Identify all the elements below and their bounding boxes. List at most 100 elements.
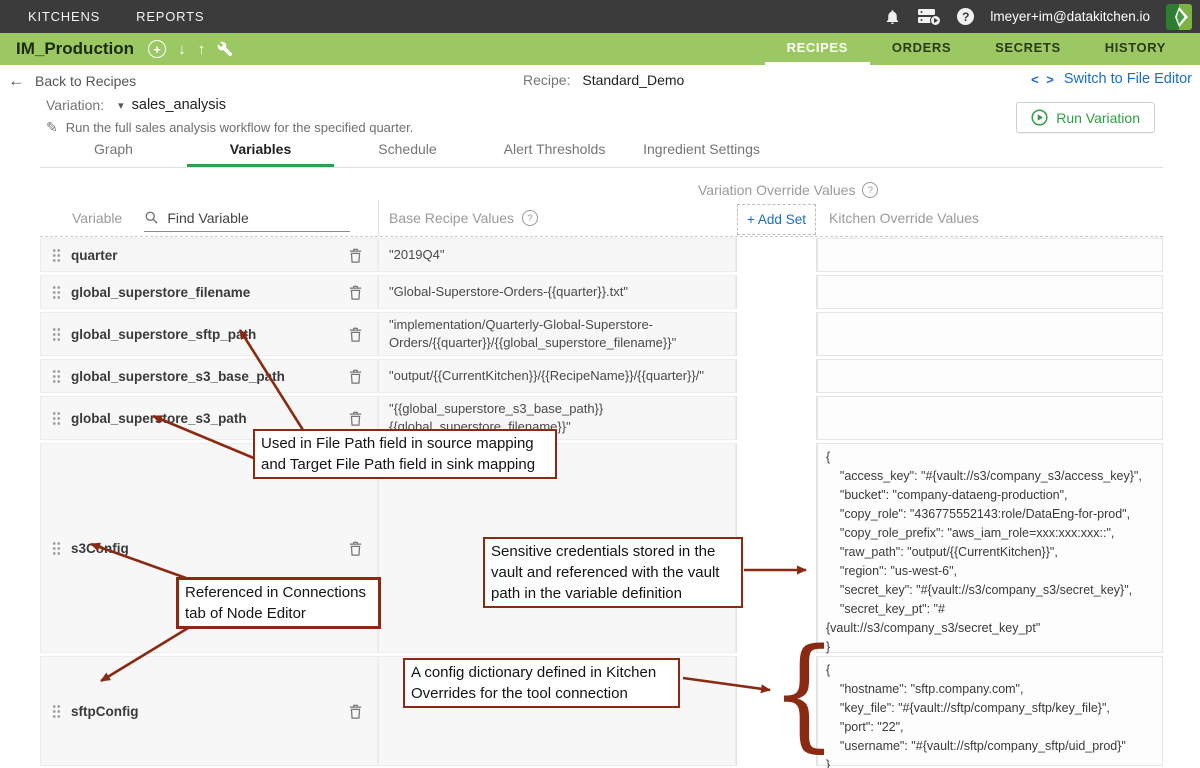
- nav-reports[interactable]: REPORTS: [136, 9, 204, 24]
- recipe-label: Recipe:: [523, 72, 570, 88]
- drag-handle-icon[interactable]: [52, 541, 60, 555]
- wrench-icon[interactable]: [217, 41, 233, 57]
- play-circle-icon: [1031, 109, 1048, 126]
- base-value-cell[interactable]: "2019Q4": [378, 238, 736, 272]
- base-value-cell[interactable]: "output/{{CurrentKitchen}}/{{RecipeName}…: [378, 359, 736, 393]
- kitchen-title: IM_Production: [16, 39, 134, 59]
- tab-schedule[interactable]: Schedule: [334, 140, 481, 167]
- app-window: KITCHENS REPORTS ? lmeyer+im@datakitchen…: [0, 0, 1200, 768]
- kitchen-value-cell[interactable]: [817, 312, 1163, 356]
- delete-variable-button[interactable]: [348, 247, 363, 264]
- search-icon: [144, 210, 159, 225]
- drag-handle-icon[interactable]: [52, 327, 60, 341]
- nav-kitchens[interactable]: KITCHENS: [28, 9, 100, 24]
- tab-graph[interactable]: Graph: [40, 140, 187, 167]
- drag-handle-icon[interactable]: [52, 369, 60, 383]
- edit-pencil-icon[interactable]: ✎: [46, 119, 58, 136]
- kitchen-value-cell[interactable]: { "access_key": "#{vault://s3/company_s3…: [817, 443, 1163, 653]
- tab-ingredient-settings[interactable]: Ingredient Settings: [628, 140, 775, 167]
- tab-variables[interactable]: Variables: [187, 140, 334, 167]
- find-variable-field[interactable]: [144, 205, 350, 232]
- base-values-info-icon[interactable]: ?: [522, 210, 538, 226]
- variables-table-header: Variable Base Recipe Values ? + Add Set …: [40, 200, 1163, 237]
- variation-override-header: Variation Override Values ?: [698, 182, 878, 198]
- annotation-box-config-dict: A config dictionary defined in Kitchen O…: [403, 658, 680, 708]
- tab-secrets[interactable]: SECRETS: [973, 33, 1083, 65]
- tab-orders[interactable]: ORDERS: [870, 33, 973, 65]
- base-value: "2019Q4": [389, 246, 725, 264]
- back-label: Back to Recipes: [35, 73, 136, 89]
- drag-handle-icon[interactable]: [52, 285, 60, 299]
- variable-name: sftpConfig: [71, 704, 138, 719]
- variable-name: global_superstore_s3_path: [71, 411, 247, 426]
- variable-column-label: Variable: [72, 210, 122, 226]
- topbar-right: ? lmeyer+im@datakitchen.io: [884, 4, 1192, 30]
- top-nav-bar: KITCHENS REPORTS ? lmeyer+im@datakitchen…: [0, 0, 1200, 33]
- delete-variable-button[interactable]: [348, 326, 363, 343]
- variable-row-sftpconfig: sftpConfig: [40, 656, 378, 766]
- delete-variable-button[interactable]: [348, 410, 363, 427]
- tab-alert-thresholds[interactable]: Alert Thresholds: [481, 140, 628, 167]
- delete-variable-button[interactable]: [348, 540, 363, 557]
- kitchen-value-cell[interactable]: [817, 359, 1163, 393]
- kitchen-value-cell[interactable]: { "hostname": "sftp.company.com", "key_f…: [817, 656, 1163, 766]
- annotation-box-credentials: Sensitive credentials stored in the vaul…: [483, 537, 743, 608]
- override-set-cell: [736, 396, 817, 440]
- variation-name: sales_analysis: [132, 97, 226, 113]
- variable-name: global_superstore_s3_base_path: [71, 369, 285, 384]
- base-value-cell[interactable]: "implementation/Quarterly-Global-Superst…: [378, 312, 736, 356]
- variation-block: Variation: ▾ sales_analysis ✎ Run the fu…: [0, 95, 1200, 138]
- top-nav: KITCHENS REPORTS: [28, 9, 204, 24]
- delete-variable-button[interactable]: [348, 284, 363, 301]
- merge-down-arrow-icon[interactable]: ↓: [178, 41, 186, 58]
- tab-recipes[interactable]: RECIPES: [765, 33, 870, 65]
- annotation-box-connections: Referenced in Connections tab of Node Ed…: [176, 577, 381, 629]
- kitchen-json-s3config: { "access_key": "#{vault://s3/company_s3…: [826, 450, 1142, 654]
- base-value-cell[interactable]: "Global-Superstore-Orders-{{quarter}}.tx…: [378, 275, 736, 309]
- code-brackets-icon: < >: [1031, 72, 1056, 87]
- variable-row-filename: global_superstore_filename: [40, 275, 378, 309]
- annotation-curly-brace: {: [771, 632, 837, 754]
- variable-row-quarter: quarter: [40, 238, 378, 272]
- variation-label: Variation:: [46, 97, 104, 113]
- base-values-label: Base Recipe Values: [389, 210, 514, 226]
- chevron-down-icon: ▾: [118, 99, 124, 112]
- variable-row-s3-base-path: global_superstore_s3_base_path: [40, 359, 378, 393]
- kitchen-bar: IM_Production + ↓ ↑ RECIPES ORDERS SECRE…: [0, 33, 1200, 65]
- base-value: "output/{{CurrentKitchen}}/{{RecipeName}…: [389, 367, 725, 385]
- override-set-cell: [736, 359, 817, 393]
- override-set-cell: [736, 238, 817, 272]
- delete-variable-button[interactable]: [348, 703, 363, 720]
- user-email[interactable]: lmeyer+im@datakitchen.io: [990, 9, 1150, 24]
- tab-history[interactable]: HISTORY: [1083, 33, 1188, 65]
- breadcrumb-row: ← Back to Recipes Recipe: Standard_Demo …: [0, 65, 1200, 95]
- kitchen-value-cell[interactable]: [817, 275, 1163, 309]
- variation-description: Run the full sales analysis workflow for…: [66, 120, 414, 135]
- add-kitchen-icon[interactable]: +: [148, 40, 166, 58]
- drag-handle-icon[interactable]: [52, 704, 60, 718]
- find-variable-input[interactable]: [165, 209, 339, 227]
- info-question-icon[interactable]: ?: [862, 182, 878, 198]
- drag-handle-icon[interactable]: [52, 411, 60, 425]
- recipe-subtabs: Graph Variables Schedule Alert Threshold…: [40, 140, 1163, 168]
- agent-status-icon[interactable]: [917, 7, 941, 26]
- recipe-breadcrumb: Recipe: Standard_Demo: [523, 72, 684, 88]
- back-to-recipes-link[interactable]: ← Back to Recipes: [8, 71, 136, 91]
- notifications-bell-icon[interactable]: [884, 8, 901, 26]
- delete-variable-button[interactable]: [348, 368, 363, 385]
- variable-name: global_superstore_sftp_path: [71, 327, 256, 342]
- merge-up-arrow-icon[interactable]: ↑: [198, 41, 206, 58]
- kitchen-value-cell[interactable]: [817, 238, 1163, 272]
- help-icon[interactable]: ?: [957, 8, 974, 25]
- override-set-cell: [736, 275, 817, 309]
- drag-handle-icon[interactable]: [52, 248, 60, 262]
- run-variation-button[interactable]: Run Variation: [1016, 102, 1155, 133]
- add-set-button[interactable]: + Add Set: [737, 204, 816, 235]
- variation-selector[interactable]: Variation: ▾ sales_analysis: [46, 97, 226, 113]
- kitchen-value-cell[interactable]: [817, 396, 1163, 440]
- switch-to-file-editor-link[interactable]: < > Switch to File Editor: [1031, 71, 1192, 87]
- base-value: "implementation/Quarterly-Global-Superst…: [389, 316, 725, 352]
- recipe-name: Standard_Demo: [582, 72, 684, 88]
- annotation-box-file-path: Used in File Path field in source mappin…: [253, 429, 557, 479]
- variable-row-sftp-path: global_superstore_sftp_path: [40, 312, 378, 356]
